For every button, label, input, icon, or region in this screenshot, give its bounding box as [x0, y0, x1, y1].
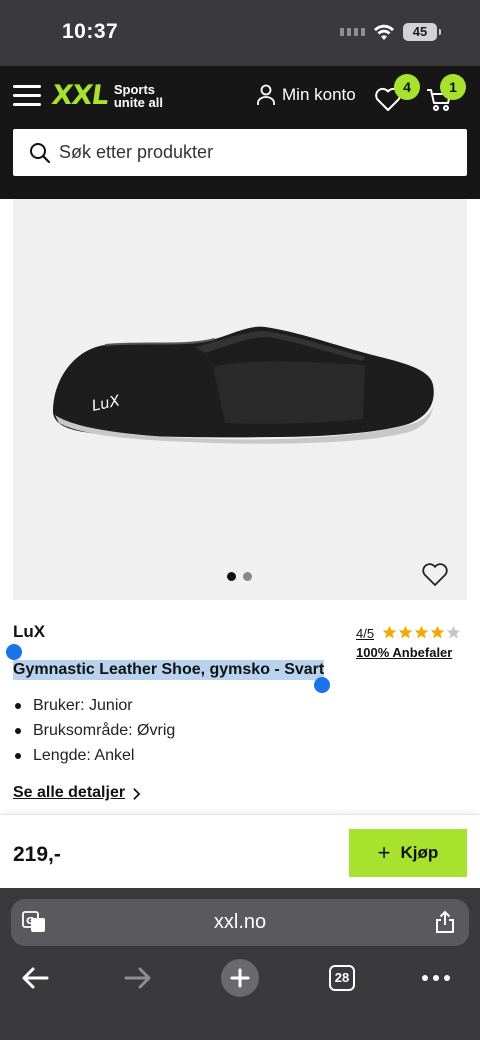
battery-indicator: 45: [403, 23, 441, 41]
star-filled-icon: [414, 625, 428, 639]
xxl-logo[interactable]: XXL Sports unite all: [49, 80, 163, 111]
share-icon[interactable]: [435, 910, 455, 934]
logo-tagline-line-2: unite all: [113, 94, 163, 110]
search-icon: [30, 142, 51, 163]
carousel-dot-2[interactable]: [243, 572, 252, 581]
account-label: Min konto: [282, 85, 356, 104]
star-empty-icon: [446, 625, 460, 639]
spec-item: Bruker: Junior: [13, 693, 175, 718]
more-menu-icon[interactable]: [416, 958, 456, 998]
cart-count-badge: 1: [440, 74, 466, 100]
wishlist-count-badge: 4: [394, 74, 420, 100]
status-bar: 10:37 45: [0, 0, 480, 66]
url-text: xxl.no: [213, 911, 267, 933]
back-arrow-icon[interactable]: [15, 958, 55, 998]
recommend-percentage[interactable]: 100% Anbefaler: [356, 645, 452, 660]
status-time: 10:37: [62, 20, 119, 43]
buy-button[interactable]: + Kjøp: [349, 829, 467, 877]
plus-icon: +: [377, 840, 391, 865]
product-rating[interactable]: 4/5: [356, 625, 461, 641]
user-icon: [257, 84, 275, 105]
site-header: XXL Sports unite all Min konto 4 1: [0, 66, 480, 199]
star-filled-icon: [382, 625, 396, 639]
address-bar[interactable]: G xxl.no: [11, 899, 469, 946]
spec-item: Lengde: Ankel: [13, 743, 175, 768]
carousel-dots: [227, 572, 252, 581]
product-specs-list: Bruker: Junior Bruksområde: Øvrig Lengde…: [13, 693, 175, 768]
selection-handle-start[interactable]: [6, 644, 22, 660]
hamburger-menu-icon[interactable]: [13, 85, 41, 107]
search-box[interactable]: [13, 129, 467, 176]
cellular-signal-icon: [340, 28, 365, 36]
buy-button-label: Kjøp: [400, 843, 439, 862]
product-price: 219,-: [13, 843, 61, 866]
forward-arrow-icon[interactable]: [118, 958, 158, 998]
logo-mark: XXL: [49, 80, 111, 111]
selection-handle-end[interactable]: [314, 677, 330, 693]
search-input[interactable]: [59, 142, 439, 163]
spec-item: Bruksområde: Øvrig: [13, 718, 175, 743]
add-to-wishlist-heart-icon[interactable]: [421, 562, 449, 588]
browser-nav-row: 28: [0, 958, 480, 998]
product-brand[interactable]: LuX: [13, 622, 45, 642]
see-all-details-link[interactable]: Se alle detaljer: [13, 784, 125, 802]
tabs-button[interactable]: 28: [322, 958, 362, 998]
new-tab-plus-icon[interactable]: [220, 958, 260, 998]
star-filled-icon: [430, 625, 444, 639]
logo-tagline: Sports unite all: [114, 83, 163, 109]
carousel-dot-1[interactable]: [227, 572, 236, 581]
rating-stars: [382, 625, 461, 640]
rating-score: 4/5: [356, 626, 375, 641]
product-title: Gymnastic Leather Shoe, gymsko - Svart: [13, 660, 325, 680]
star-filled-icon: [398, 625, 412, 639]
product-image-carousel[interactable]: LuX: [13, 199, 467, 600]
browser-toolbar: G xxl.no 28: [0, 888, 480, 1040]
product-image-gym-shoe: LuX: [53, 326, 434, 444]
chevron-right-icon: [133, 788, 141, 800]
sticky-buy-bar: 219,- + Kjøp: [0, 814, 480, 888]
account-link[interactable]: Min konto: [256, 84, 356, 106]
wifi-icon: [374, 24, 394, 40]
tab-count: 28: [329, 965, 355, 991]
